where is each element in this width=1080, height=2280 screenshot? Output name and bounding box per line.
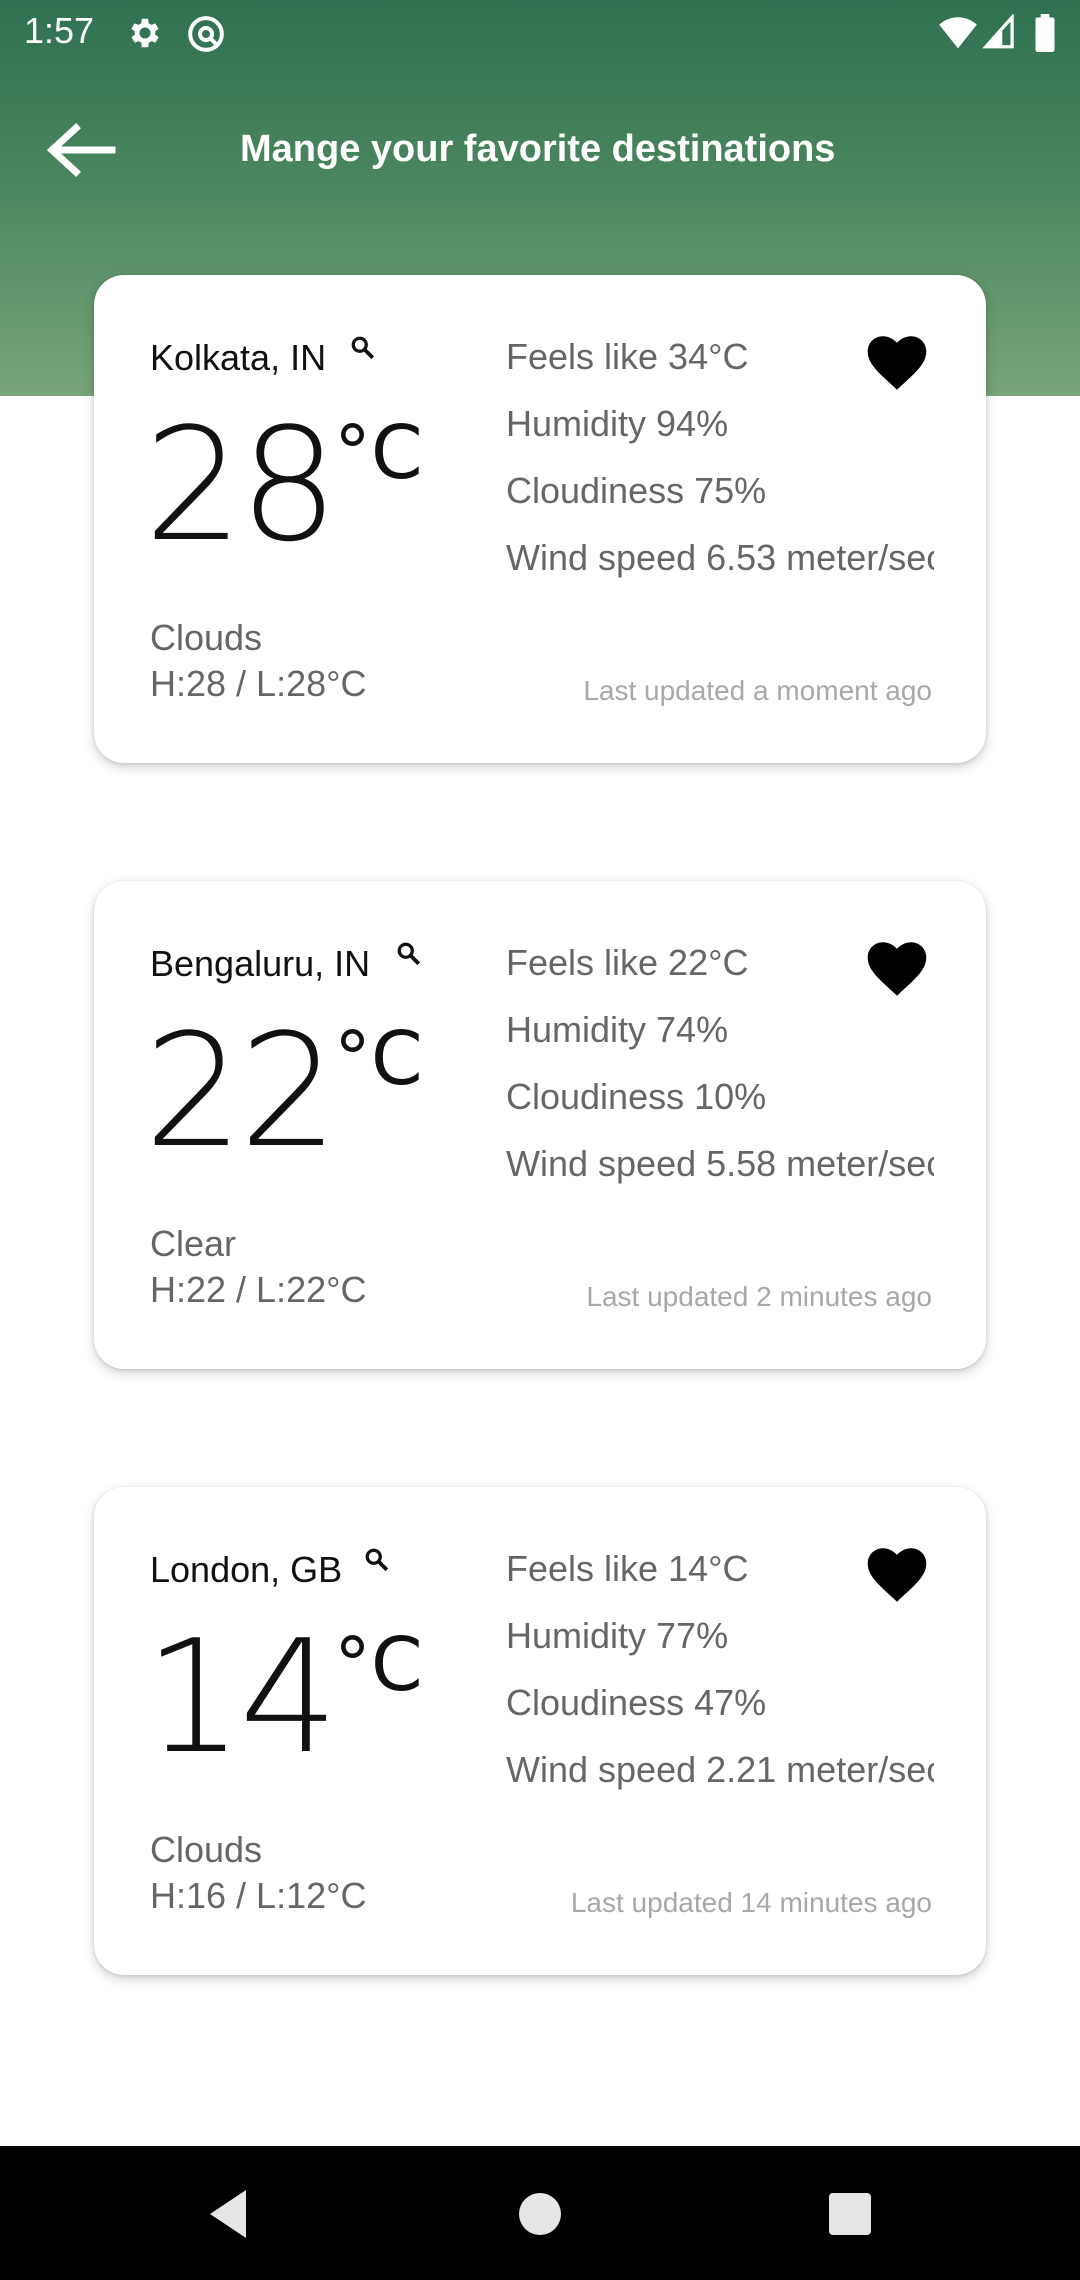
status-time: 1:57 [24,10,95,51]
destination-card[interactable]: London, GB 14 °C Clouds H:16 / L:12°C Fe… [94,1487,986,1975]
cloudiness: Cloudiness 47% [506,1682,767,1723]
weather-condition: Clouds [150,617,263,658]
city-name: Kolkata, IN [150,337,327,378]
heart-icon[interactable] [866,941,928,997]
home-circle-icon[interactable] [508,2182,572,2246]
temperature-unit: °C [334,410,423,496]
app-bar: Mange your favorite destinations [0,100,1080,200]
weather-condition: Clouds [150,1829,263,1870]
cloudiness: Cloudiness 75% [506,470,767,511]
wind-speed: Wind speed 6.53 meter/sec [506,537,934,578]
humidity: Humidity 77% [506,1615,729,1656]
high-low: H:16 / L:12°C [150,1875,367,1916]
search-icon[interactable] [364,1547,390,1573]
at-sign-icon [188,16,224,52]
destination-card[interactable]: Kolkata, IN 28 °C Clouds H:28 / L:28°C F… [94,275,986,763]
temperature-value: 28 [144,394,339,576]
arrow-left-icon[interactable] [40,118,130,182]
heart-icon[interactable] [866,1547,928,1603]
search-icon[interactable] [396,941,422,967]
gear-icon [131,18,159,48]
signal-icon [982,14,1014,49]
recents-square-icon[interactable] [818,2182,882,2246]
last-updated: Last updated 2 minutes ago [586,1281,932,1312]
city-name: Bengaluru, IN [150,943,371,984]
battery-icon [1035,14,1055,52]
destination-card[interactable]: Bengaluru, IN 22 °C Clear H:22 / L:22°C … [94,881,986,1369]
temperature-unit: °C [334,1016,423,1102]
humidity: Humidity 74% [506,1009,729,1050]
cloudiness: Cloudiness 10% [506,1076,767,1117]
last-updated: Last updated 14 minutes ago [570,1887,932,1918]
back-triangle-icon[interactable] [196,2182,260,2246]
high-low: H:22 / L:22°C [150,1269,367,1310]
last-updated: Last updated a moment ago [583,675,932,706]
wind-speed: Wind speed 2.21 meter/sec [506,1749,934,1790]
weather-condition: Clear [150,1223,237,1264]
search-icon[interactable] [350,335,376,361]
system-navigation-bar [0,2146,1080,2280]
humidity: Humidity 94% [506,403,729,444]
heart-icon[interactable] [866,335,928,391]
temperature-value: 14 [144,1606,339,1788]
temperature-value: 22 [144,1000,339,1182]
high-low: H:28 / L:28°C [150,663,367,704]
status-bar: 1:57 [0,0,1080,66]
wind-speed: Wind speed 5.58 meter/sec [506,1143,934,1184]
wifi-icon [939,17,977,49]
temperature-unit: °C [334,1622,423,1708]
city-name: London, GB [150,1549,343,1590]
page-title: Mange your favorite destinations [240,128,836,170]
